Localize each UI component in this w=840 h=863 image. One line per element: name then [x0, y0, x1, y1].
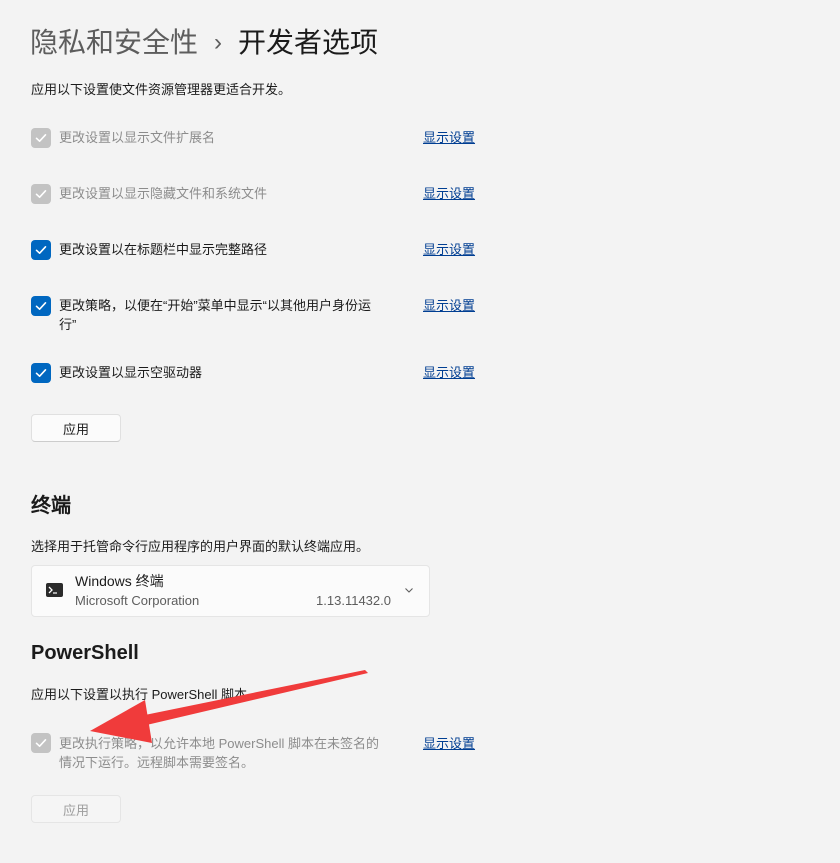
- checkmark-icon: [35, 302, 47, 310]
- breadcrumb-separator: ›: [214, 29, 223, 56]
- breadcrumb-parent[interactable]: 隐私和安全性: [30, 24, 198, 62]
- checkbox-full-path-title-bar[interactable]: [31, 240, 51, 260]
- powershell-heading: PowerShell: [31, 642, 139, 664]
- show-settings-link[interactable]: 显示设置: [423, 241, 475, 259]
- terminal-icon: [46, 583, 63, 597]
- checkbox-show-file-extensions: [31, 128, 51, 148]
- checkmark-icon: [35, 190, 47, 198]
- file-explorer-description: 应用以下设置使文件资源管理器更适合开发。: [31, 82, 292, 97]
- show-settings-link[interactable]: 显示设置: [423, 735, 475, 753]
- show-settings-link[interactable]: 显示设置: [423, 297, 475, 315]
- terminal-description: 选择用于托管命令行应用程序的用户界面的默认终端应用。: [31, 539, 370, 554]
- checkbox-show-hidden-files: [31, 184, 51, 204]
- checkmark-icon: [35, 739, 47, 747]
- checkbox-execution-policy: [31, 733, 51, 753]
- option-label: 更改设置以显示空驱动器: [59, 365, 203, 380]
- checkmark-icon: [35, 369, 47, 377]
- default-terminal-dropdown[interactable]: Windows 终端 Microsoft Corporation 1.13.11…: [31, 565, 430, 617]
- powershell-description: 应用以下设置以执行 PowerShell 脚本。: [31, 687, 260, 702]
- chevron-down-icon: [405, 588, 413, 593]
- breadcrumb-current: 开发者选项: [238, 27, 379, 58]
- selected-app-version: 1.13.11432.0: [316, 593, 391, 608]
- option-label: 更改设置以显示隐藏文件和系统文件: [59, 186, 268, 201]
- selected-app-publisher: Microsoft Corporation: [75, 593, 200, 608]
- apply-button-disabled: 应用: [31, 795, 121, 823]
- apply-button[interactable]: 应用: [31, 414, 121, 442]
- option-label-line2: 情况下运行。远程脚本需要签名。: [59, 755, 255, 770]
- option-label: 更改设置以显示文件扩展名: [59, 130, 216, 145]
- show-settings-link[interactable]: 显示设置: [423, 364, 475, 382]
- show-settings-link[interactable]: 显示设置: [423, 185, 475, 203]
- checkmark-icon: [35, 134, 47, 142]
- page-title: 隐私和安全性 › 开发者选项: [30, 24, 378, 62]
- checkbox-run-as-other-user[interactable]: [31, 296, 51, 316]
- selected-app-name: Windows 终端: [75, 573, 164, 589]
- option-label: 更改策略，以便在“开始”菜单中显示“以其他用户身份运: [59, 298, 371, 313]
- checkmark-icon: [35, 246, 47, 254]
- option-label-line2: 行”: [59, 317, 77, 332]
- checkbox-show-empty-drives[interactable]: [31, 363, 51, 383]
- option-label: 更改设置以在标题栏中显示完整路径: [59, 242, 268, 257]
- terminal-heading: 终端: [31, 495, 71, 517]
- option-label: 更改执行策略，以允许本地 PowerShell 脚本在未签名的: [59, 736, 379, 751]
- show-settings-link[interactable]: 显示设置: [423, 129, 475, 147]
